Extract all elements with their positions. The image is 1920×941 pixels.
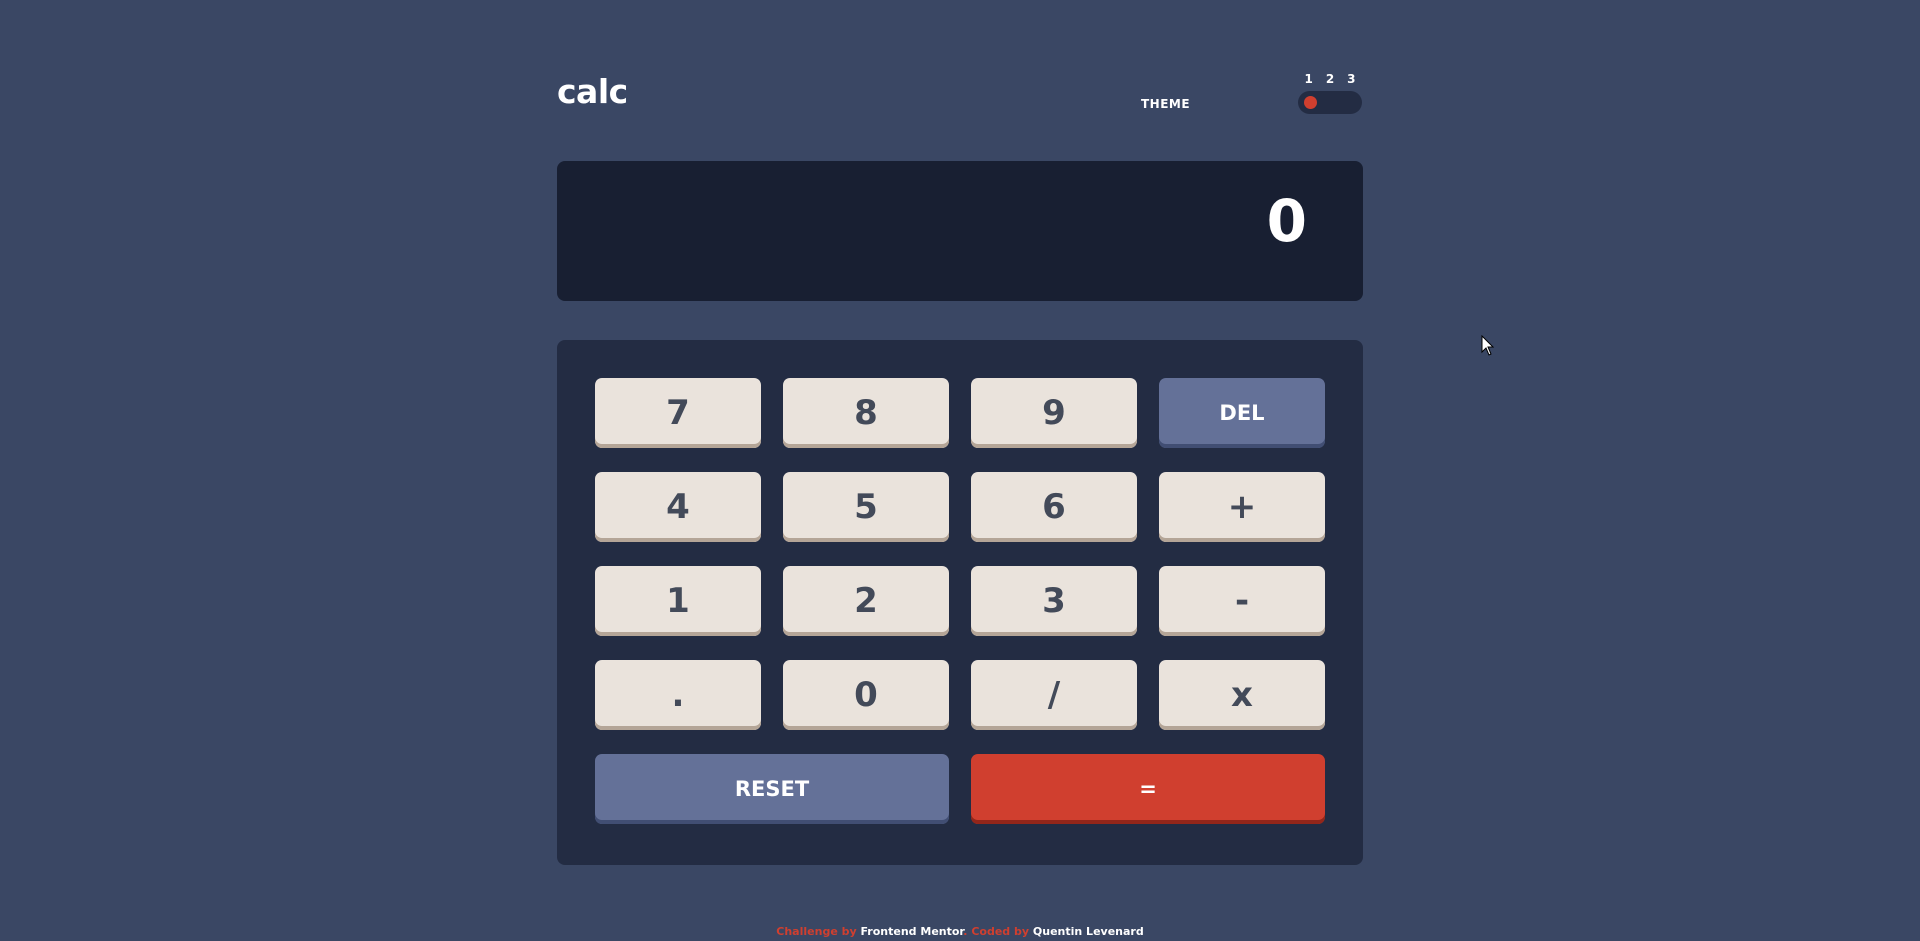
decimal-button[interactable]: . [595, 660, 761, 730]
author-link[interactable]: Quentin Levenard [1033, 925, 1144, 938]
theme-toggle-knob[interactable] [1304, 96, 1317, 109]
coded-by-text: Coded by [971, 925, 1030, 938]
calculator-app: calc THEME 1 2 3 0 7 8 9 DEL 4 5 6 + 1 2… [557, 0, 1363, 865]
theme-number-1: 1 [1304, 72, 1313, 86]
challenge-by-text: Challenge by [776, 925, 857, 938]
theme-toggle[interactable] [1298, 91, 1362, 114]
theme-number-2: 2 [1325, 72, 1335, 86]
key-7[interactable]: 7 [595, 378, 761, 448]
key-3[interactable]: 3 [971, 566, 1137, 636]
key-0[interactable]: 0 [783, 660, 949, 730]
theme-number-3: 3 [1347, 72, 1356, 86]
header: calc THEME 1 2 3 [557, 0, 1363, 140]
logo: calc [557, 72, 628, 111]
keypad: 7 8 9 DEL 4 5 6 + 1 2 3 - . 0 / x RESET … [557, 340, 1363, 865]
key-8[interactable]: 8 [783, 378, 949, 448]
footer-separator: . [963, 925, 968, 938]
footer-attribution: Challenge by Frontend Mentor. Coded by Q… [0, 925, 1920, 938]
multiply-button[interactable]: x [1159, 660, 1325, 730]
key-2[interactable]: 2 [783, 566, 949, 636]
frontend-mentor-link[interactable]: Frontend Mentor [861, 925, 964, 938]
theme-label: THEME [1141, 97, 1191, 111]
display-value: 0 [1266, 187, 1307, 255]
key-9[interactable]: 9 [971, 378, 1137, 448]
keypad-grid: 7 8 9 DEL 4 5 6 + 1 2 3 - . 0 / x RESET … [595, 378, 1325, 824]
divide-button[interactable]: / [971, 660, 1137, 730]
display-screen: 0 [557, 161, 1363, 301]
minus-button[interactable]: - [1159, 566, 1325, 636]
equals-button[interactable]: = [971, 754, 1325, 824]
mouse-pointer-icon [1481, 335, 1495, 356]
key-1[interactable]: 1 [595, 566, 761, 636]
key-4[interactable]: 4 [595, 472, 761, 542]
delete-button[interactable]: DEL [1159, 378, 1325, 448]
reset-button[interactable]: RESET [595, 754, 949, 824]
theme-numbers: 1 2 3 [1298, 72, 1362, 86]
key-5[interactable]: 5 [783, 472, 949, 542]
plus-button[interactable]: + [1159, 472, 1325, 542]
key-6[interactable]: 6 [971, 472, 1137, 542]
